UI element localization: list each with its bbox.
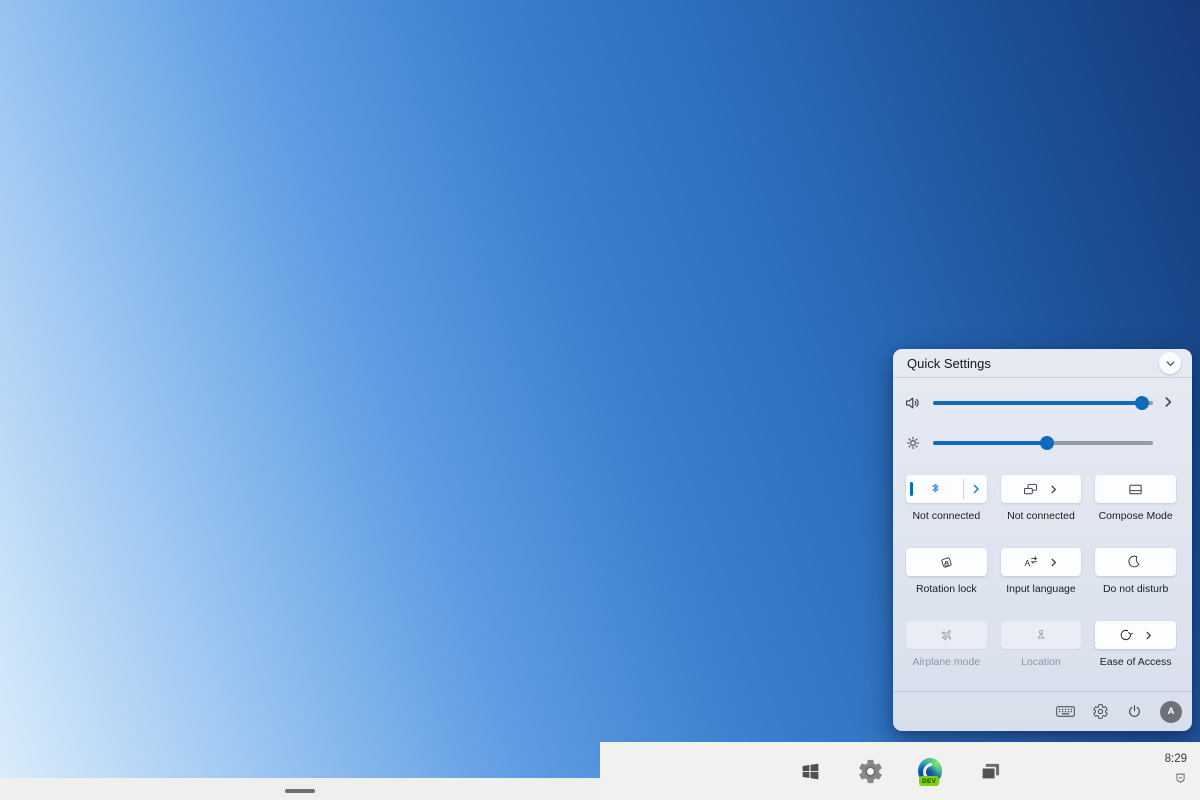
tile-input-language[interactable]: A	[1001, 548, 1082, 576]
tile-label: Location	[1001, 656, 1082, 668]
task-view-icon	[979, 761, 1002, 782]
ease-of-access-flyout-chevron-icon[interactable]	[1143, 630, 1154, 641]
svg-text:A: A	[1025, 558, 1031, 568]
tile-cast[interactable]	[1001, 475, 1082, 503]
tile-label: Airplane mode	[906, 656, 987, 668]
chevron-down-icon	[1165, 358, 1176, 369]
settings-gear-icon[interactable]	[1092, 703, 1109, 720]
tile-split-divider	[963, 479, 964, 499]
cast-flyout-chevron-icon[interactable]	[1048, 484, 1059, 495]
volume-slider-row	[893, 389, 1192, 417]
speaker-icon	[904, 394, 922, 412]
tile-bluetooth[interactable]	[906, 475, 987, 503]
brightness-slider-fill	[933, 441, 1047, 445]
tile-label: Input language	[1001, 583, 1082, 595]
airplane-icon	[938, 627, 955, 644]
gesture-bar-handle[interactable]	[285, 789, 315, 793]
user-avatar[interactable]: A	[1160, 701, 1182, 723]
edge-dev-badge: DEV	[919, 776, 939, 786]
tile-compose-mode[interactable]	[1095, 475, 1176, 503]
taskbar-right-segment: DEV 8:29	[600, 742, 1200, 800]
collapse-panel-button[interactable]	[1159, 352, 1181, 374]
brightness-slider-thumb[interactable]	[1040, 436, 1054, 450]
tile-rotation-lock[interactable]	[906, 548, 987, 576]
sun-icon	[904, 434, 922, 452]
bluetooth-icon	[906, 475, 964, 503]
edge-dev-icon: DEV	[918, 758, 942, 784]
location-icon	[1033, 627, 1049, 643]
tile-label: Ease of Access	[1095, 656, 1176, 668]
compose-mode-icon	[1127, 481, 1144, 498]
taskbar-icon-group: DEV	[798, 742, 1002, 800]
avatar-letter: A	[1168, 706, 1175, 717]
tile-label: Compose Mode	[1095, 510, 1176, 522]
tile-label: Rotation lock	[906, 583, 987, 595]
panel-footer: A	[893, 692, 1192, 731]
desktop: Quick Settings	[0, 0, 1200, 800]
taskbar-left-segment	[0, 778, 600, 800]
start-button[interactable]	[798, 756, 822, 786]
tile-label: Not connected	[906, 510, 987, 522]
power-icon[interactable]	[1126, 703, 1143, 720]
input-language-flyout-chevron-icon[interactable]	[1048, 557, 1059, 568]
edge-dev-browser-button[interactable]: DEV	[918, 756, 942, 786]
volume-flyout-chevron-icon[interactable]	[1161, 395, 1175, 409]
task-view-button[interactable]	[978, 756, 1002, 786]
bluetooth-flyout-chevron-icon[interactable]	[970, 483, 982, 495]
keyboard-icon[interactable]	[1056, 705, 1075, 718]
settings-gear-icon	[856, 757, 885, 786]
shield-status-icon[interactable]	[1176, 773, 1185, 783]
volume-slider-fill	[933, 401, 1142, 405]
tile-label: Do not disturb	[1095, 583, 1176, 595]
quick-settings-header: Quick Settings	[893, 349, 1192, 378]
tile-label: Not connected	[1001, 510, 1082, 522]
input-language-icon: A	[1022, 554, 1039, 571]
rotation-lock-icon	[938, 554, 955, 571]
tile-ease-of-access[interactable]	[1095, 621, 1176, 649]
ease-of-access-icon	[1118, 627, 1134, 643]
do-not-disturb-moon-icon	[1128, 554, 1144, 570]
taskbar-clock[interactable]: 8:29	[1165, 753, 1187, 765]
windows-start-icon	[800, 761, 821, 782]
quick-settings-panel: Quick Settings	[893, 349, 1192, 731]
settings-app-button[interactable]	[858, 756, 882, 786]
brightness-slider-row	[893, 429, 1192, 457]
cast-icon	[1022, 481, 1039, 498]
volume-slider-thumb[interactable]	[1135, 396, 1149, 410]
panel-title: Quick Settings	[907, 356, 991, 371]
tile-location[interactable]	[1001, 621, 1082, 649]
quick-actions-grid: Not connected Not connected	[906, 475, 1176, 694]
tile-airplane-mode[interactable]	[906, 621, 987, 649]
tile-do-not-disturb[interactable]	[1095, 548, 1176, 576]
